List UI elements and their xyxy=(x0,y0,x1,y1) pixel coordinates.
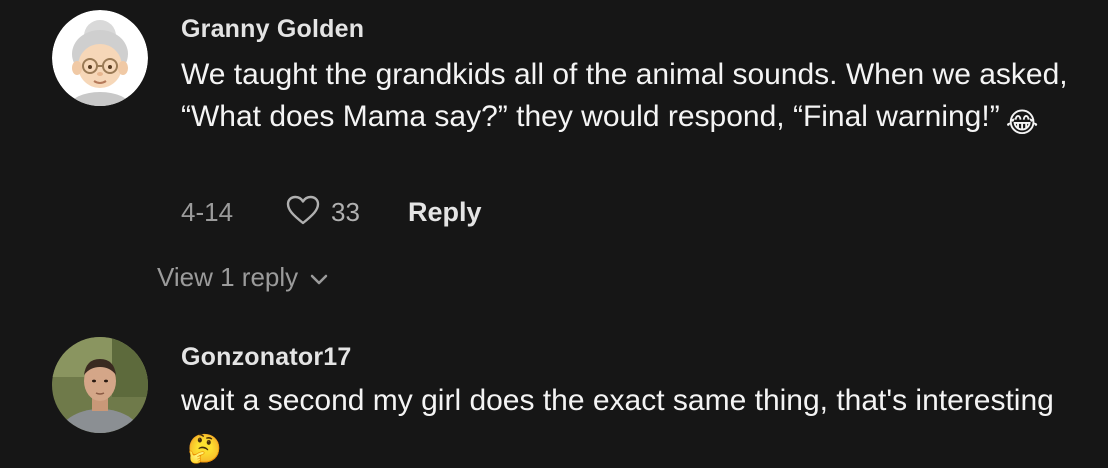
avatar-gonzonator17[interactable] xyxy=(52,337,148,433)
comment-granny-golden: Granny Golden We taught the grandkids al… xyxy=(0,0,1108,310)
like-count: 33 xyxy=(331,196,360,227)
comment-meta: 4-14 33 Reply xyxy=(181,194,482,231)
comment-username[interactable]: Granny Golden xyxy=(181,15,364,44)
comment-text: We taught the grandkids all of the anima… xyxy=(181,54,1081,144)
comment-body: wait a second my girl does the exact sam… xyxy=(181,384,1054,417)
view-replies-label: View 1 reply xyxy=(157,262,299,292)
comment-body: We taught the grandkids all of the anima… xyxy=(181,58,1068,133)
chevron-down-icon xyxy=(298,262,328,293)
comment-date: 4-14 xyxy=(181,196,234,227)
laughing-emoji: 😂 xyxy=(1005,107,1039,138)
heart-icon[interactable] xyxy=(285,194,321,231)
like-button[interactable]: 33 xyxy=(285,194,360,231)
avatar-granny-golden[interactable] xyxy=(52,10,148,106)
reply-button[interactable]: Reply xyxy=(408,197,482,228)
thinking-emoji: 🤔 xyxy=(187,433,222,464)
comment-username[interactable]: Gonzonator17 xyxy=(181,343,351,372)
comment-text: wait a second my girl does the exact sam… xyxy=(181,380,1081,468)
comment-gonzonator17: Gonzonator17 wait a second my girl does … xyxy=(0,330,1108,468)
view-replies-button[interactable]: View 1 reply xyxy=(157,262,328,293)
